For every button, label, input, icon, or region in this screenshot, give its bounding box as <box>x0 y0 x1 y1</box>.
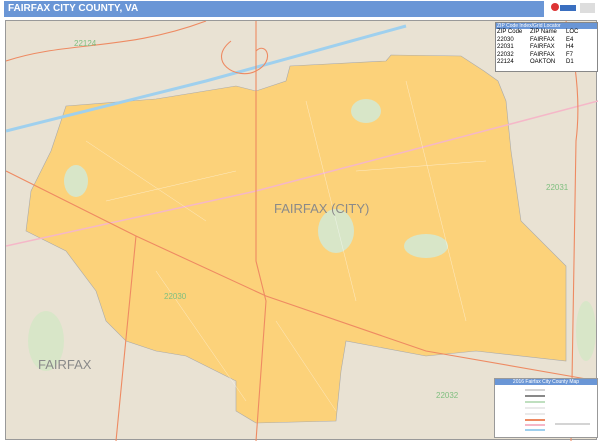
park <box>576 301 596 361</box>
zip-index-row: 22030 FAIRFAX E4 <box>497 36 574 43</box>
zip-index-row: 22032 FAIRFAX F7 <box>497 51 574 58</box>
zip-label: 22124 <box>74 39 97 48</box>
zip-code-index: ZIP Code Index/Grid Locator ZIP Code ZIP … <box>495 22 598 72</box>
park <box>64 165 88 197</box>
county-label: FAIRFAX <box>38 357 92 372</box>
city-boundary <box>25 54 567 424</box>
zip-label: 22031 <box>546 183 569 192</box>
zip-label: 22032 <box>436 391 459 400</box>
park <box>351 99 381 123</box>
map-area[interactable]: FAIRFAX (CITY) FAIRFAX 22124 22030 22031… <box>5 20 598 441</box>
page-title: FAIRFAX CITY COUNTY, VA <box>4 1 544 17</box>
zip-label: 22030 <box>164 292 187 301</box>
park <box>404 234 448 258</box>
zip-index-row: 22124 OAKTON D1 <box>497 59 574 66</box>
publisher-logo <box>550 1 596 16</box>
legend-title: 2016 Fairfax City County Map <box>495 379 597 385</box>
city-label: FAIRFAX (CITY) <box>274 201 370 216</box>
map-legend: 2016 Fairfax City County Map <box>494 378 598 438</box>
zip-index-row: 22031 FAIRFAX H4 <box>497 44 574 51</box>
road <box>6 21 207 62</box>
road <box>221 40 268 75</box>
zip-index-header: ZIP Code ZIP Name LOC <box>497 29 579 35</box>
